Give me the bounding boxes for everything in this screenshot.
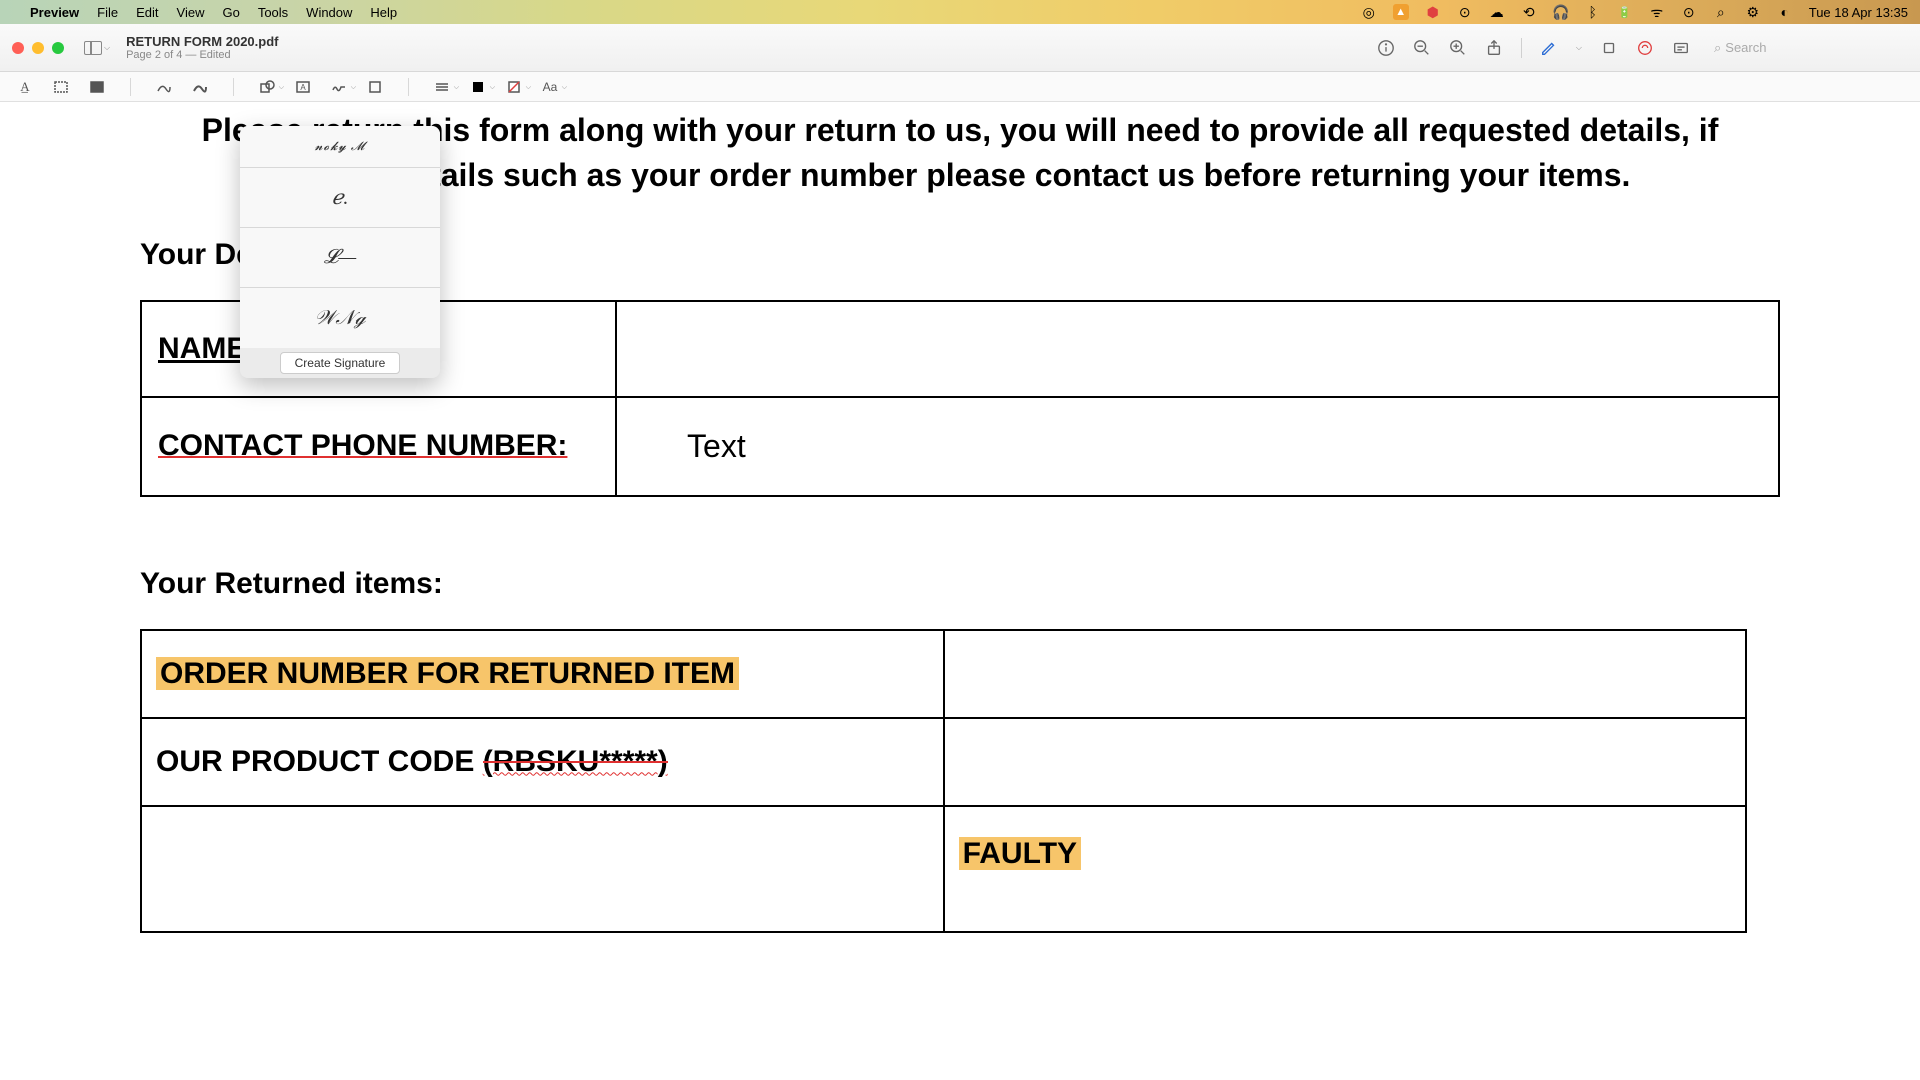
bluetooth-icon[interactable]: ᛒ: [1585, 4, 1601, 20]
broadcast-icon[interactable]: ◎: [1361, 4, 1377, 20]
wifi-icon[interactable]: ᯤ: [1649, 4, 1665, 20]
menubar-right: ◎ ▲ ⬢ ⊙ ☁ ⟲ 🎧 ᛒ 🔋 ᯤ ⊙ ⌕ ⚙ ◐ Tue 18 Apr 1…: [1361, 4, 1908, 20]
time-machine-icon[interactable]: ⟲: [1521, 4, 1537, 20]
titlebar-tools: ⌵ ⌕ Search: [1377, 38, 1908, 58]
sketch-icon[interactable]: [155, 78, 173, 96]
note-icon[interactable]: [366, 78, 384, 96]
search-icon[interactable]: ⌕: [1713, 4, 1729, 20]
line-style-icon[interactable]: [433, 78, 451, 96]
markup-toolbar: A̲ A Aa: [0, 72, 1920, 102]
signature-create-row: Create Signature: [240, 348, 440, 378]
markup-icon[interactable]: [1540, 39, 1558, 57]
signature-option-1[interactable]: 𝓷𝓸𝓴𝔂 𝓜: [240, 126, 440, 168]
menu-edit[interactable]: Edit: [136, 5, 158, 20]
info-icon[interactable]: [1377, 39, 1395, 57]
returned-items-heading: Your Returned items:: [140, 567, 1780, 601]
text-box-icon[interactable]: A: [294, 78, 312, 96]
signature-icon[interactable]: [330, 78, 348, 96]
macos-menubar: Preview File Edit View Go Tools Window H…: [0, 0, 1920, 24]
signature-popover: 𝓷𝓸𝓴𝔂 𝓜 ℯ. 𝓛— 𝒲𝒩ℊ Create Signature: [240, 126, 440, 378]
headphones-icon[interactable]: 🎧: [1553, 4, 1569, 20]
table-row: ORDER NUMBER FOR RETURNED ITEM: [141, 630, 1746, 718]
document-title: RETURN FORM 2020.pdf: [126, 34, 278, 49]
product-code-suffix: (RBSKU*****): [483, 745, 668, 778]
product-code-prefix: OUR PRODUCT CODE: [156, 745, 483, 778]
cloud-icon[interactable]: ☁: [1489, 4, 1505, 20]
search-placeholder: Search: [1725, 40, 1766, 55]
phone-label: CONTACT PHONE NUMBER:: [158, 429, 567, 462]
reason-label-cell: [141, 806, 944, 932]
siri-icon[interactable]: ◐: [1777, 4, 1793, 20]
record-icon[interactable]: ⊙: [1457, 4, 1473, 20]
text-select-icon[interactable]: A̲: [16, 78, 34, 96]
sidebar-icon: [84, 41, 102, 55]
table-row: OUR PRODUCT CODE (RBSKU*****): [141, 718, 1746, 806]
header-line-2: of any details such as your order number…: [290, 153, 1631, 198]
window-title-block: RETURN FORM 2020.pdf Page 2 of 4 — Edite…: [126, 34, 278, 61]
badge-icon[interactable]: ⬢: [1425, 4, 1441, 20]
menu-file[interactable]: File: [97, 5, 118, 20]
search-box[interactable]: ⌕ Search: [1708, 38, 1908, 58]
phone-value: Text: [633, 428, 746, 464]
shapes-icon[interactable]: [258, 78, 276, 96]
draw-icon[interactable]: [191, 78, 209, 96]
signature-option-2[interactable]: ℯ.: [240, 168, 440, 228]
faulty-label: FAULTY: [959, 837, 1081, 870]
order-number-value-cell[interactable]: [944, 630, 1747, 718]
menu-view[interactable]: View: [177, 5, 205, 20]
table-row: CONTACT PHONE NUMBER: Text: [141, 397, 1779, 496]
share-icon[interactable]: [1485, 39, 1503, 57]
control-center-icon[interactable]: ⚙: [1745, 4, 1761, 20]
phone-value-cell[interactable]: Text: [616, 397, 1779, 496]
text-style-icon[interactable]: Aa: [541, 78, 559, 96]
chevron-down-icon: ⌵: [104, 43, 110, 53]
signature-option-4[interactable]: 𝒲𝒩ℊ: [240, 288, 440, 348]
product-code-cell: OUR PRODUCT CODE (RBSKU*****): [141, 718, 944, 806]
order-number-cell: ORDER NUMBER FOR RETURNED ITEM: [141, 630, 944, 718]
fullscreen-button[interactable]: [52, 42, 64, 54]
menu-window[interactable]: Window: [306, 5, 352, 20]
name-value-cell[interactable]: [616, 301, 1779, 397]
form-icon[interactable]: [1672, 39, 1690, 57]
app-status-icon[interactable]: ▲: [1393, 4, 1409, 20]
phone-label-cell: CONTACT PHONE NUMBER:: [141, 397, 616, 496]
reason-value-cell[interactable]: FAULTY: [944, 806, 1747, 932]
spotlight-icon[interactable]: ⊙: [1681, 4, 1697, 20]
border-color-icon[interactable]: [469, 78, 487, 96]
traffic-lights: [12, 42, 64, 54]
menu-tools[interactable]: Tools: [258, 5, 288, 20]
highlight-icon[interactable]: [1636, 39, 1654, 57]
rotate-icon[interactable]: [1600, 39, 1618, 57]
product-code-value-cell[interactable]: [944, 718, 1747, 806]
menubar-left: Preview File Edit View Go Tools Window H…: [12, 5, 397, 20]
markup-chevron-icon[interactable]: ⌵: [1576, 43, 1582, 53]
order-number-label: ORDER NUMBER FOR RETURNED ITEM: [156, 657, 739, 690]
battery-icon[interactable]: 🔋: [1617, 4, 1633, 20]
preview-window: ⌵ RETURN FORM 2020.pdf Page 2 of 4 — Edi…: [0, 24, 1920, 1080]
close-button[interactable]: [12, 42, 24, 54]
document-subtitle: Page 2 of 4 — Edited: [126, 49, 278, 61]
search-glass-icon: ⌕: [1714, 40, 1721, 56]
rect-select-icon[interactable]: [52, 78, 70, 96]
create-signature-button[interactable]: Create Signature: [280, 352, 401, 374]
app-menu[interactable]: Preview: [30, 5, 79, 20]
sidebar-toggle[interactable]: ⌵: [84, 41, 110, 55]
redact-icon[interactable]: [88, 78, 106, 96]
items-table: ORDER NUMBER FOR RETURNED ITEM OUR PRODU…: [140, 629, 1747, 933]
fill-color-icon[interactable]: [505, 78, 523, 96]
menubar-clock[interactable]: Tue 18 Apr 13:35: [1809, 5, 1908, 20]
svg-text:A: A: [300, 83, 306, 92]
window-titlebar: ⌵ RETURN FORM 2020.pdf Page 2 of 4 — Edi…: [0, 24, 1920, 72]
menu-go[interactable]: Go: [222, 5, 239, 20]
minimize-button[interactable]: [32, 42, 44, 54]
zoom-out-icon[interactable]: [1413, 39, 1431, 57]
menu-help[interactable]: Help: [370, 5, 397, 20]
signature-option-3[interactable]: 𝓛—: [240, 228, 440, 288]
zoom-in-icon[interactable]: [1449, 39, 1467, 57]
table-row: FAULTY: [141, 806, 1746, 932]
